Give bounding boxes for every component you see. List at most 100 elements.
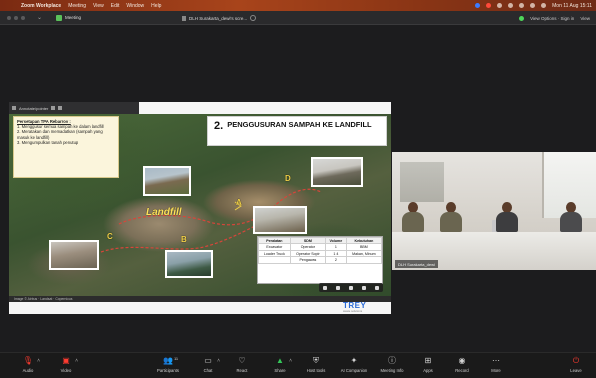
host-tools-button[interactable]: ⛨ Host tools bbox=[296, 356, 336, 378]
window-controls bbox=[7, 15, 25, 20]
ai-companion-button[interactable]: ✦ AI Companion bbox=[334, 356, 374, 378]
menu-item-edit[interactable]: Edit bbox=[111, 3, 120, 9]
prev-slide-icon[interactable] bbox=[323, 285, 328, 290]
pen-tool-icon[interactable] bbox=[336, 285, 341, 290]
react-icon: ♡ bbox=[238, 356, 246, 365]
more-icon: ⋯ bbox=[492, 356, 500, 365]
slide-toolbar: Annotate/pointer bbox=[9, 102, 139, 114]
table-cell: 2 bbox=[324, 256, 347, 264]
more-label: More bbox=[491, 368, 501, 373]
info-icon: ⓘ bbox=[388, 356, 396, 365]
menu-item-meeting[interactable]: Meeting bbox=[68, 3, 86, 9]
participants-count: 11 bbox=[174, 356, 179, 361]
bluetooth-icon[interactable] bbox=[508, 3, 514, 8]
menu-item-view[interactable]: View bbox=[93, 3, 104, 9]
slide-number: 2. bbox=[214, 120, 224, 132]
table-cell bbox=[258, 256, 291, 264]
zoom-window-titlebar: ⌄ Meeting DLH Surakarta_dewi's scre... V… bbox=[0, 11, 596, 25]
participant-name-badge: DLH Surakarta_dewi bbox=[395, 260, 438, 268]
slide-title: PENGGUSURAN SAMPAH KE LANDFILL bbox=[227, 120, 372, 129]
map-label-c: C bbox=[107, 232, 113, 241]
more-options-icon[interactable] bbox=[374, 285, 379, 290]
share-icon: ▲ bbox=[276, 356, 284, 365]
site-photo-thumbnail bbox=[165, 250, 213, 278]
table-row: Pengawas 2 bbox=[258, 256, 383, 264]
chat-options-caret[interactable]: ˄ bbox=[217, 358, 220, 364]
meeting-info-label: Meeting Info bbox=[380, 368, 404, 373]
chat-icon: ▭ bbox=[204, 356, 212, 365]
apps-icon: ⊞ bbox=[424, 356, 432, 365]
participant-video-tile[interactable]: DLH Surakarta_dewi bbox=[392, 152, 596, 270]
slide-navigation bbox=[319, 283, 383, 292]
control-center-icon[interactable] bbox=[541, 3, 547, 8]
meeting-info-button[interactable]: Meeting bbox=[56, 14, 82, 21]
minimize-window-icon[interactable] bbox=[14, 15, 18, 20]
map-attribution-strip: Image © Airbus · Landsat · Copernicus bbox=[9, 296, 391, 302]
zoom-window-icon[interactable] bbox=[21, 15, 25, 20]
menu-item-app[interactable]: Zoom Workplace bbox=[21, 3, 61, 9]
host-tools-label: Host tools bbox=[306, 368, 326, 373]
resource-table: Peralatan SDM Volume Kebutuhan Excavator… bbox=[257, 236, 383, 284]
brand-subtitle: waste solutions bbox=[343, 309, 363, 313]
map-attribution: Image © Airbus · Landsat · Copernicus bbox=[14, 297, 73, 301]
share-label: Share bbox=[274, 368, 286, 373]
more-button[interactable]: ⋯ More bbox=[476, 356, 516, 378]
menubar-clock[interactable]: Mon 11 Aug 15:11 bbox=[552, 3, 592, 9]
map-label-a: A bbox=[236, 198, 242, 207]
site-photo-thumbnail bbox=[311, 157, 363, 187]
search-icon[interactable] bbox=[530, 3, 536, 8]
wall-frame bbox=[400, 162, 444, 202]
meeting-info-button[interactable]: ⓘ Meeting Info bbox=[372, 356, 412, 378]
record-icon: ◉ bbox=[458, 356, 466, 365]
slide-toolbar-label: Annotate/pointer bbox=[19, 105, 49, 111]
host-tools-icon: ⛨ bbox=[313, 356, 319, 365]
video-options-caret[interactable]: ˄ bbox=[75, 358, 78, 364]
battery-icon[interactable] bbox=[519, 3, 525, 8]
note-item: 2. Meratakan dan memadatkan (sampah yang… bbox=[17, 129, 103, 140]
chevron-down-icon[interactable]: ⌄ bbox=[37, 14, 42, 21]
audio-options-caret[interactable]: ˄ bbox=[37, 358, 40, 364]
slide-note-box: Persetapan TPA Rebarrov : 1. Menggusur s… bbox=[13, 116, 119, 178]
tab-options-icon[interactable] bbox=[250, 15, 257, 21]
react-button[interactable]: ♡ React bbox=[222, 356, 262, 378]
audio-button[interactable]: 🎙 ˄ Audio bbox=[8, 356, 48, 378]
menu-item-window[interactable]: Window bbox=[126, 3, 144, 9]
table-cell: Pengawas bbox=[289, 256, 326, 264]
pointer-icon[interactable] bbox=[12, 106, 16, 110]
video-button[interactable]: ▣ ˄ Video bbox=[46, 356, 86, 378]
participant-person bbox=[402, 202, 424, 232]
participant-person bbox=[440, 202, 462, 232]
ai-companion-icon: ✦ bbox=[350, 356, 358, 365]
shield-icon bbox=[56, 14, 63, 21]
zoom-in-icon[interactable] bbox=[348, 285, 353, 290]
map-label-landfill: Landfill bbox=[146, 207, 182, 218]
close-window-icon[interactable] bbox=[7, 15, 11, 20]
record-label: Record bbox=[455, 368, 469, 373]
slide-title-box: 2. PENGGUSURAN SAMPAH KE LANDFILL bbox=[207, 116, 387, 146]
participant-person bbox=[496, 202, 518, 232]
grid-icon[interactable] bbox=[58, 106, 63, 110]
next-slide-icon[interactable] bbox=[361, 285, 366, 290]
apps-label: Apps bbox=[423, 368, 433, 373]
leave-button[interactable]: ⏻ Leave bbox=[556, 356, 596, 378]
screen-share-tab[interactable]: DLH Surakarta_dewi's scre... bbox=[176, 13, 262, 23]
leave-icon: ⏻ bbox=[572, 356, 580, 365]
note-item: 3. Mengumpulkan tanah penutup bbox=[17, 139, 79, 145]
recording-status-icon[interactable] bbox=[486, 3, 492, 8]
participants-icon: 👥 bbox=[163, 356, 173, 365]
mic-muted-icon: 🎙 bbox=[22, 356, 34, 365]
menu-item-help[interactable]: Help bbox=[151, 3, 161, 9]
share-screen-icon bbox=[182, 15, 186, 21]
macos-menubar: Zoom Workplace Meeting View Edit Window … bbox=[0, 0, 596, 11]
participants-button[interactable]: 👥 11 Participants bbox=[148, 356, 188, 378]
chat-label: Chat bbox=[203, 368, 213, 373]
meeting-label: Meeting bbox=[65, 15, 82, 20]
share-options-caret[interactable]: ˄ bbox=[289, 358, 292, 364]
zoom-status-icon[interactable] bbox=[475, 3, 481, 8]
pen-icon[interactable] bbox=[51, 106, 56, 110]
view-options-label[interactable]: View Options · Sign in bbox=[530, 16, 574, 21]
view-button[interactable]: View bbox=[580, 16, 590, 21]
share-button[interactable]: ▲ ˄ Share bbox=[260, 356, 300, 378]
participants-label: Participants bbox=[157, 368, 179, 373]
wifi-icon[interactable] bbox=[497, 3, 503, 8]
